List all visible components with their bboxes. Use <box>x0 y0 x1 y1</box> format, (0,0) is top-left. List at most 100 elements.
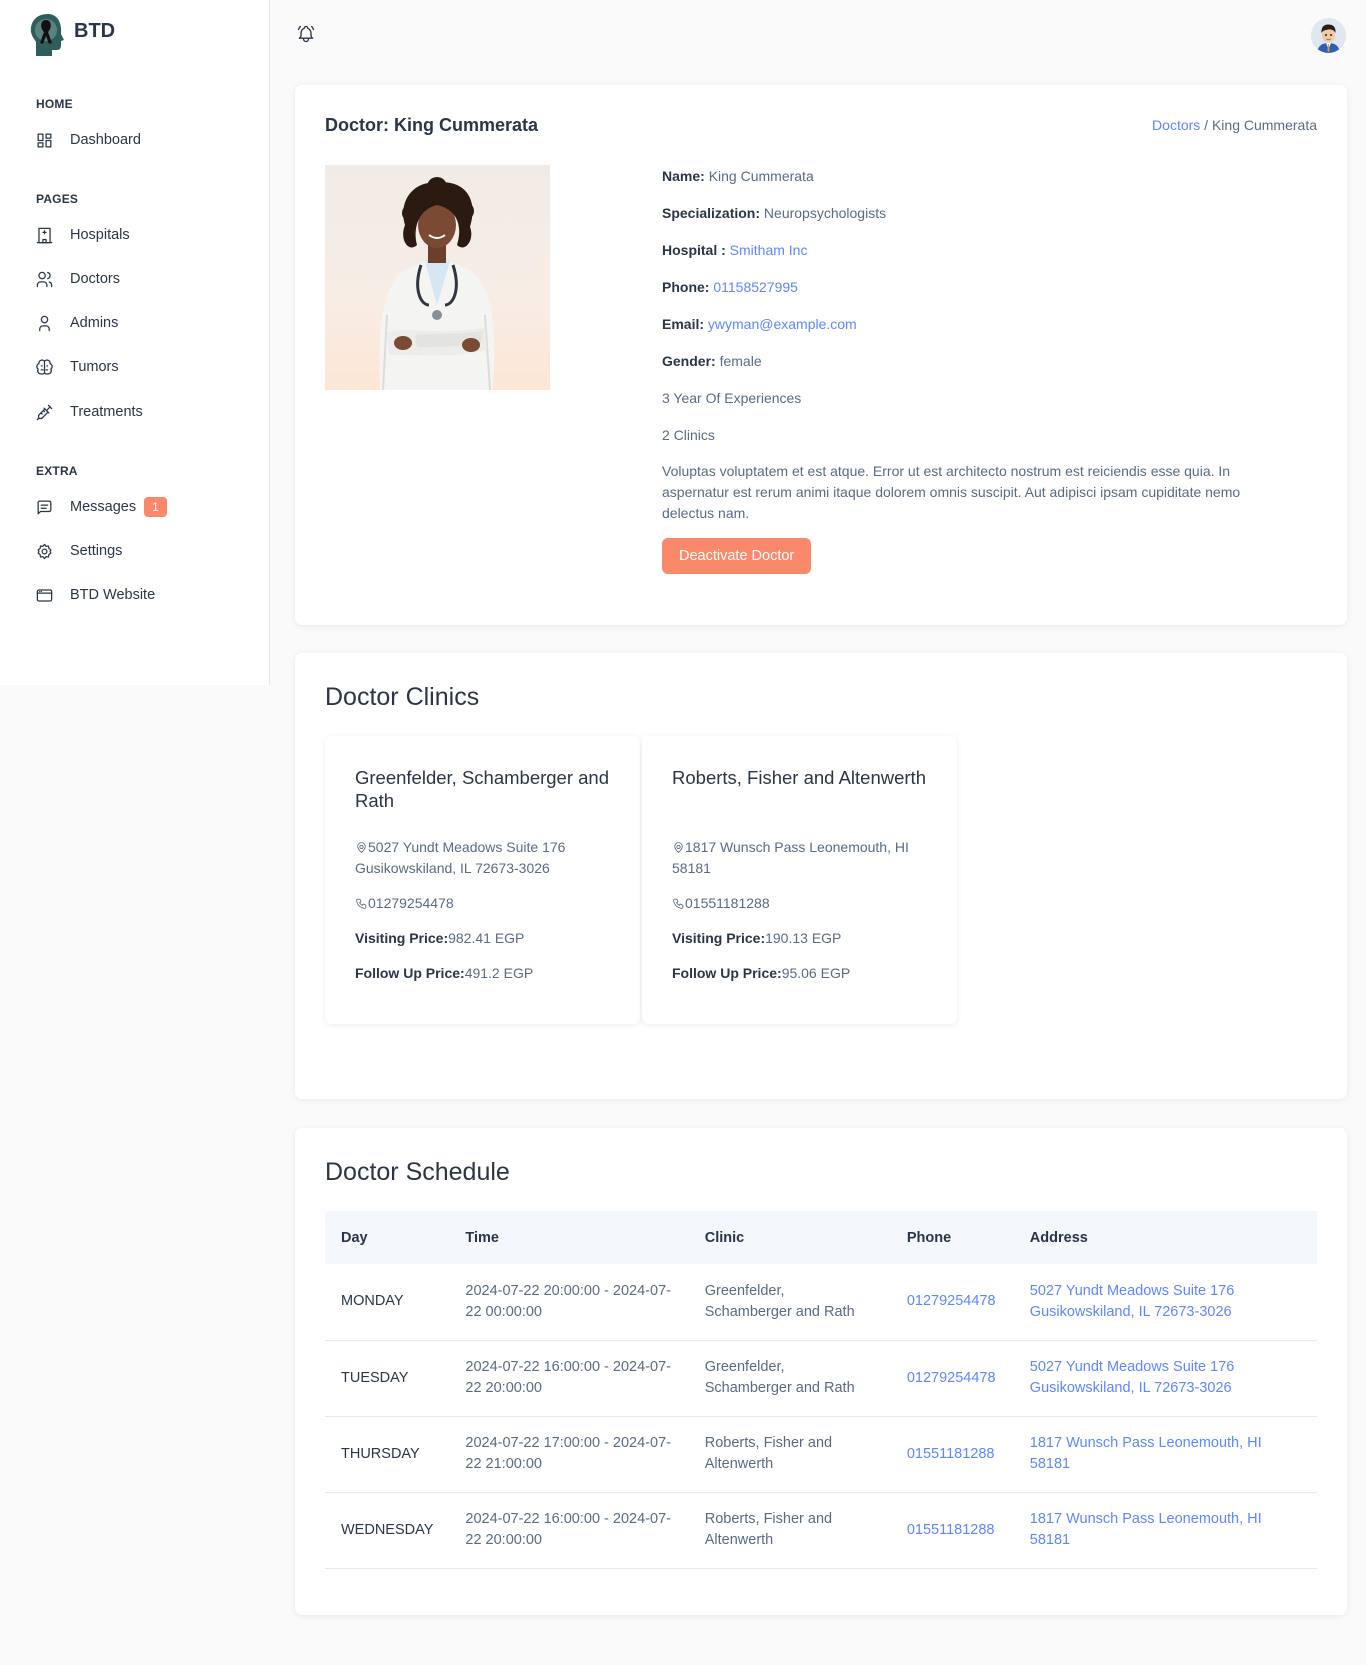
schedule-address-link[interactable]: 5027 Yundt Meadows Suite 176 Gusikowskil… <box>1013 1264 1317 1341</box>
sidebar-item-messages[interactable]: Messages 1 <box>34 492 167 522</box>
schedule-day: MONDAY <box>325 1264 450 1341</box>
doctor-clinics-card: Doctor Clinics Greenfelder, Schamberger … <box>295 653 1347 1099</box>
brain-icon <box>34 357 54 377</box>
column-header: Time <box>449 1211 689 1264</box>
schedule-day: WEDNESDAY <box>325 1492 450 1569</box>
brand-logo[interactable]: BTD <box>26 10 115 60</box>
schedule-phone-link[interactable]: 01279254478 <box>890 1264 1014 1341</box>
schedule-time: 2024-07-22 16:00:00 - 2024-07-22 20:00:0… <box>449 1492 689 1569</box>
doctor-bio: Voluptas voluptatem et est atque. Error … <box>662 463 1241 521</box>
phone-icon <box>672 895 685 909</box>
sidebar-item-label: BTD Website <box>70 587 156 603</box>
sidebar-item-label: Tumors <box>70 359 119 375</box>
breadcrumb-current: King Cummerata <box>1211 117 1317 133</box>
doctor-experience: 3 Year Of Experiences <box>662 390 802 406</box>
column-header: Phone <box>890 1211 1014 1264</box>
browser-icon <box>34 585 54 605</box>
sidebar-item-doctors[interactable]: Doctors <box>34 264 120 294</box>
user-avatar[interactable] <box>1311 18 1346 53</box>
doctor-schedule-card: Doctor Schedule Day Time Clinic Phone Ad… <box>295 1128 1347 1615</box>
schedule-address-link[interactable]: 5027 Yundt Meadows Suite 176 Gusikowskil… <box>1013 1340 1317 1417</box>
sidebar-item-dashboard[interactable]: Dashboard <box>34 125 141 155</box>
avatar-icon <box>1311 18 1346 53</box>
schedule-title: Doctor Schedule <box>325 1158 510 1186</box>
specialization-label: Specialization: <box>662 205 761 221</box>
doctor-gender-row: Gender: female <box>662 350 1302 387</box>
clinic-visiting-price: Visiting Price:982.41 EGP <box>355 930 525 946</box>
sidebar-item-label: Treatments <box>70 404 143 420</box>
schedule-time: 2024-07-22 20:00:00 - 2024-07-22 00:00:0… <box>449 1264 689 1341</box>
schedule-clinic: Roberts, Fisher and Altenwerth <box>688 1416 891 1493</box>
schedule-time: 2024-07-22 17:00:00 - 2024-07-22 21:00:0… <box>449 1416 689 1493</box>
schedule-phone-link[interactable]: 01551181288 <box>890 1492 1014 1569</box>
sidebar: BTD HOME Dashboard PAGES Hospitals Docto… <box>0 0 270 685</box>
column-header: Clinic <box>688 1211 891 1264</box>
table-row: WEDNESDAY 2024-07-22 16:00:00 - 2024-07-… <box>325 1492 1317 1569</box>
notification-bell-icon[interactable] <box>296 24 318 46</box>
gender-label: Gender: <box>662 353 716 369</box>
sidebar-item-label: Hospitals <box>70 227 130 243</box>
nav-section-extra: EXTRA <box>36 464 78 478</box>
schedule-day: TUESDAY <box>325 1340 450 1417</box>
schedule-time: 2024-07-22 16:00:00 - 2024-07-22 20:00:0… <box>449 1340 689 1417</box>
table-header-row: Day Time Clinic Phone Address <box>325 1211 1317 1264</box>
settings-icon <box>34 541 54 561</box>
sidebar-item-admins[interactable]: Admins <box>34 308 118 338</box>
column-header: Day <box>325 1211 450 1264</box>
table-row: MONDAY 2024-07-22 20:00:00 - 2024-07-22 … <box>325 1264 1317 1341</box>
sidebar-item-hospitals[interactable]: Hospitals <box>34 220 130 250</box>
email-link[interactable]: ywyman@example.com <box>708 316 857 332</box>
doctor-phone-row: Phone: 01158527995 <box>662 276 1302 313</box>
map-pin-icon <box>355 839 368 853</box>
clinic-phone: 01279254478 <box>355 893 610 914</box>
schedule-address-link[interactable]: 1817 Wunsch Pass Leonemouth, HI 58181 <box>1013 1492 1317 1569</box>
schedule-address-link[interactable]: 1817 Wunsch Pass Leonemouth, HI 58181 <box>1013 1416 1317 1493</box>
sidebar-item-label: Messages <box>70 499 137 515</box>
clinics-title: Doctor Clinics <box>325 683 480 711</box>
sidebar-item-treatments[interactable]: Treatments <box>34 397 143 427</box>
schedule-table: Day Time Clinic Phone Address MONDAY 202… <box>325 1211 1317 1569</box>
schedule-clinic: Greenfelder, Schamberger and Rath <box>688 1264 891 1341</box>
phone-label: Phone: <box>662 279 710 295</box>
schedule-phone-link[interactable]: 01551181288 <box>890 1416 1014 1493</box>
clinic-address: 5027 Yundt Meadows Suite 176 Gusikowskil… <box>355 839 566 876</box>
brand-name: BTD <box>74 19 116 42</box>
doctor-portrait-image <box>325 165 550 390</box>
schedule-clinic: Roberts, Fisher and Altenwerth <box>688 1492 891 1569</box>
messages-count-badge: 1 <box>144 497 167 517</box>
clinic-followup-price: Follow Up Price:95.06 EGP <box>672 965 851 981</box>
table-row: TUESDAY 2024-07-22 16:00:00 - 2024-07-22… <box>325 1340 1317 1417</box>
sidebar-item-tumors[interactable]: Tumors <box>34 352 119 382</box>
schedule-clinic: Greenfelder, Schamberger and Rath <box>688 1340 891 1417</box>
dashboard-icon <box>34 130 54 150</box>
doctor-specialization: Neuropsychologists <box>763 205 887 221</box>
phone-link[interactable]: 01158527995 <box>713 279 798 295</box>
sidebar-item-label: Dashboard <box>70 132 141 148</box>
clinic-card: Roberts, Fisher and Altenwerth 1817 Wuns… <box>642 736 957 1024</box>
nav-section-pages: PAGES <box>36 192 79 206</box>
doctor-gender: female <box>719 353 762 369</box>
table-row: THURSDAY 2024-07-22 17:00:00 - 2024-07-2… <box>325 1416 1317 1493</box>
breadcrumb-separator: / <box>1200 117 1212 133</box>
doctor-hospital-row: Hospital : Smitham Inc <box>662 239 1302 276</box>
email-label: Email: <box>662 316 705 332</box>
sidebar-item-settings[interactable]: Settings <box>34 536 122 566</box>
schedule-phone-link[interactable]: 01279254478 <box>890 1340 1014 1417</box>
user-icon <box>34 313 54 333</box>
page-title: Doctor: King Cummerata <box>325 115 539 135</box>
breadcrumb-doctors-link[interactable]: Doctors <box>1152 117 1200 133</box>
phone-icon <box>355 895 368 909</box>
sidebar-item-btd-website[interactable]: BTD Website <box>34 580 155 610</box>
clinic-followup-price: Follow Up Price:491.2 EGP <box>355 965 534 981</box>
message-icon <box>34 497 54 517</box>
column-header: Address <box>1013 1211 1317 1264</box>
doctor-details-card: Doctor: King Cummerata Doctors / King Cu… <box>295 85 1347 625</box>
doctor-info: Name: King Cummerata Specialization: Neu… <box>662 165 1302 574</box>
vaccine-icon <box>34 402 54 422</box>
users-icon <box>34 269 54 289</box>
doctor-specialization-row: Specialization: Neuropsychologists <box>662 202 1302 239</box>
deactivate-doctor-button[interactable]: Deactivate Doctor <box>662 538 812 574</box>
sidebar-item-label: Doctors <box>70 271 120 287</box>
doctor-email-row: Email: ywyman@example.com <box>662 313 1302 350</box>
hospital-link[interactable]: Smitham Inc <box>730 242 808 258</box>
